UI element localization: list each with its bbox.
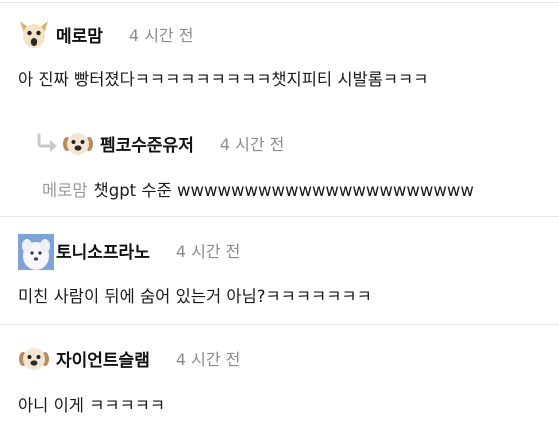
- comment-item: 메로맘 4 시간 전 아 진짜 빵터졌다ㅋㅋㅋㅋㅋㅋㅋㅋㅋ챗지피티 시발롬ㅋㅋㅋ: [0, 0, 559, 110]
- comment-header: 자이언트슬램 4 시간 전: [18, 340, 240, 376]
- reply-arrow-icon: [36, 133, 58, 153]
- comment-author[interactable]: 메로맘: [56, 22, 103, 47]
- comment-timestamp: 4 시간 전: [128, 26, 194, 45]
- puppy-face-icon[interactable]: [62, 127, 94, 159]
- comment-text-line: 메로맘 챗gpt 수준 wwwwwwwwwwwwwwwwwwwwww: [42, 177, 474, 201]
- comment-item: 자이언트슬램 4 시간 전 아니 이게 ㅋㅋㅋㅋㅋ: [0, 324, 559, 426]
- comment-timestamp: 4 시간 전: [219, 135, 285, 154]
- comment-header: 펨코수준유저 4 시간 전: [36, 125, 284, 161]
- comment-author[interactable]: 자이언트슬램: [56, 346, 150, 371]
- comment-thread: 메로맘 4 시간 전 아 진짜 빵터졌다ㅋㅋㅋㅋㅋㅋㅋㅋㅋ챗지피티 시발롬ㅋㅋㅋ: [0, 0, 559, 426]
- white-dog-photo-icon[interactable]: [18, 234, 54, 270]
- comment-timestamp: 4 시간 전: [175, 242, 241, 261]
- comment-timestamp: 4 시간 전: [175, 350, 241, 369]
- dog-face-icon[interactable]: [18, 18, 50, 50]
- reply-mention[interactable]: 메로맘: [42, 181, 88, 200]
- comment-author[interactable]: 펨코수준유저: [100, 131, 194, 156]
- comment-author[interactable]: 토니소프라노: [56, 238, 150, 263]
- puppy-face-icon[interactable]: [18, 342, 50, 374]
- comment-text: 챗gpt 수준 wwwwwwwwwwwwwwwwwwwwww: [93, 181, 474, 200]
- comment-item: 토니소프라노 4 시간 전 미친 사람이 뒤에 숨어 있는거 아님?ㅋㅋㅋㅋㅋㅋ…: [0, 216, 559, 324]
- comment-text: 아니 이게 ㅋㅋㅋㅋㅋ: [18, 396, 166, 415]
- comment-text: 미친 사람이 뒤에 숨어 있는거 아님?ㅋㅋㅋㅋㅋㅋㅋ: [18, 287, 372, 306]
- comment-header: 메로맘 4 시간 전: [18, 16, 193, 52]
- comment-text: 아 진짜 빵터졌다ㅋㅋㅋㅋㅋㅋㅋㅋㅋ챗지피티 시발롬ㅋㅋㅋ: [18, 70, 429, 89]
- comment-header: 토니소프라노 4 시간 전: [18, 232, 241, 270]
- reply-item: 펨코수준유저 4 시간 전 메로맘 챗gpt 수준 wwwwwwwwwwwwwww…: [22, 115, 559, 215]
